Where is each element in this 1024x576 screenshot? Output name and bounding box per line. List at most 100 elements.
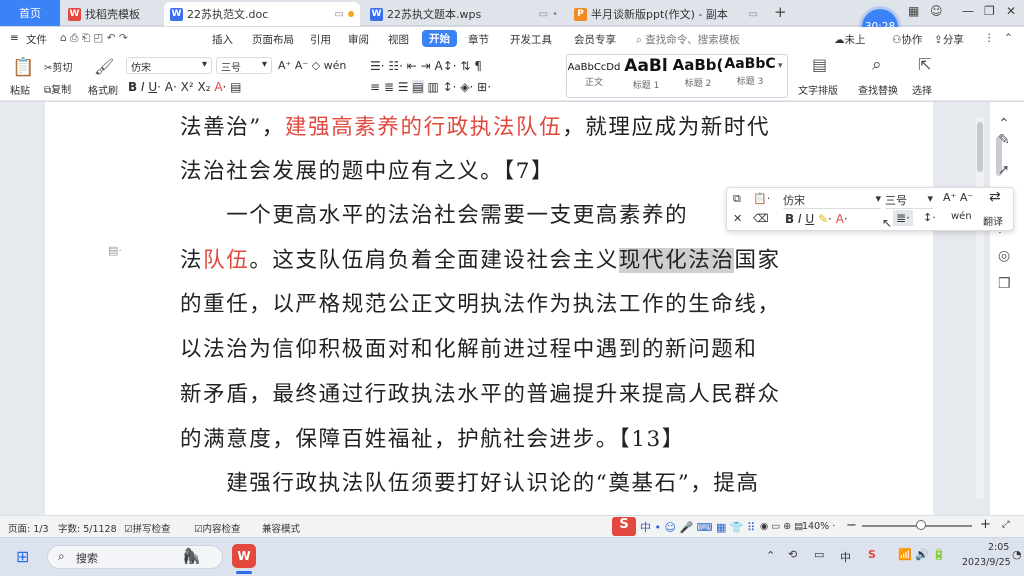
hamburger-icon[interactable]: ≡ bbox=[10, 32, 19, 44]
font-size-select[interactable]: 三号 ▾ bbox=[216, 57, 272, 74]
align-icon[interactable]: ≣· bbox=[893, 210, 913, 226]
font-format-icons[interactable]: B I U· A· X² X₂ A· ▤ bbox=[128, 80, 242, 94]
tray-app-icon[interactable]: ⟲ bbox=[788, 548, 797, 561]
minimize-icon[interactable]: — bbox=[962, 4, 974, 18]
fullscreen-icon[interactable]: ⤢ bbox=[1002, 519, 1010, 530]
pointer-icon[interactable]: ➚ bbox=[998, 162, 1010, 178]
word-count[interactable]: 字数: 5/1128 bbox=[58, 521, 117, 535]
menu-home[interactable]: 开始 bbox=[422, 30, 457, 47]
line-spacing-icon[interactable]: ↕· bbox=[923, 211, 936, 224]
float-font-select[interactable]: 仿宋 ▾ bbox=[783, 192, 881, 209]
menu-layout[interactable]: 页面布局 bbox=[252, 32, 294, 47]
select-button[interactable]: 选择 bbox=[912, 82, 932, 97]
sogou-ime-icon[interactable]: S bbox=[612, 517, 636, 536]
network-volume-battery-icons[interactable]: 📶 🔊 🔋 bbox=[898, 548, 946, 561]
menu-member[interactable]: 会员专享 bbox=[574, 32, 616, 47]
zoom-level[interactable]: 140% · bbox=[802, 521, 835, 532]
monitor-icon[interactable]: ▭ bbox=[335, 9, 344, 20]
menu-insert[interactable]: 插入 bbox=[212, 32, 233, 47]
list-icons[interactable]: ☰· ☷· ⇤ ⇥ A↕· ⇅ ¶ bbox=[370, 59, 482, 73]
page-count[interactable]: 页面: 1/3 bbox=[8, 521, 49, 535]
grid-icon[interactable]: ▦ bbox=[908, 4, 919, 18]
paragraph-marker-icon[interactable]: ▤· bbox=[108, 244, 122, 257]
translate-icon[interactable]: ⇄ bbox=[989, 189, 1001, 205]
eraser-icon[interactable]: ⌫ bbox=[753, 212, 769, 225]
format-painter-button[interactable]: 格式刷 bbox=[88, 82, 118, 97]
share-button[interactable]: ⇪分享 bbox=[934, 32, 964, 47]
font-grow-icon[interactable]: A⁺ A⁻ bbox=[943, 191, 973, 204]
vertical-scrollbar[interactable] bbox=[976, 118, 984, 498]
paste-button[interactable]: 粘贴 bbox=[10, 82, 30, 97]
cloud-sync[interactable]: ☁未上 bbox=[834, 32, 866, 47]
monitor-icon[interactable]: ▭ bbox=[539, 9, 548, 20]
menu-developer[interactable]: 开发工具 bbox=[510, 32, 552, 47]
close-dot-icon[interactable]: • bbox=[552, 9, 558, 20]
scrollbar-thumb[interactable] bbox=[977, 122, 983, 172]
style-heading1[interactable]: AaBl 标题 1 bbox=[618, 56, 674, 96]
edit-icon[interactable]: ✎ bbox=[998, 132, 1010, 148]
tab-ppt[interactable]: P 半月谈新版ppt(作文) - 副本 ▭ bbox=[568, 2, 764, 26]
notification-icon[interactable]: ◔ bbox=[1012, 548, 1022, 561]
more-icon[interactable]: ⋮ bbox=[984, 32, 995, 44]
tab-home[interactable]: 首页 bbox=[0, 0, 60, 26]
cut-button[interactable]: ✂剪切 bbox=[44, 59, 72, 74]
text-layout-icon[interactable]: ▤ bbox=[812, 55, 827, 74]
scroll-up-icon[interactable]: ⌃ bbox=[998, 116, 1010, 132]
tab-template[interactable]: W 找稻壳模板 bbox=[62, 2, 162, 26]
zoom-out-button[interactable]: − bbox=[846, 518, 857, 533]
collab-button[interactable]: ⚇协作 bbox=[892, 32, 922, 47]
sogou-tray-icon[interactable]: S bbox=[868, 548, 876, 561]
tray-expand-icon[interactable]: ⌃ bbox=[766, 549, 775, 562]
taskbar-search[interactable]: ⌕ 搜索 🦍 bbox=[47, 545, 223, 569]
menu-file[interactable]: 文件 bbox=[26, 32, 47, 47]
text-layout-button[interactable]: 文字排版 bbox=[798, 82, 838, 97]
tray-display-icon[interactable]: ▭ bbox=[814, 548, 824, 561]
view-mode-icons[interactable]: ◉ ▭ ⊕ ▤ bbox=[760, 521, 803, 532]
spell-check[interactable]: ☑拼写检查 bbox=[124, 521, 171, 535]
font-grow-shrink-icons[interactable]: A⁺ A⁻ ◇ wén bbox=[278, 59, 346, 72]
quick-access-icons[interactable]: ⌂ ⎙ ⎗ ◰ ↶ ↷ bbox=[60, 32, 128, 45]
new-tab-button[interactable]: + bbox=[774, 3, 787, 21]
collapse-ribbon-icon[interactable]: ⌃ bbox=[1004, 32, 1013, 44]
search-command[interactable]: ⌕ 查找命令、搜索模板 bbox=[636, 32, 740, 47]
brush-icon[interactable]: 🖌 bbox=[94, 57, 114, 76]
book-icon[interactable]: ❒ bbox=[998, 276, 1011, 292]
paste-icon[interactable]: 📋· bbox=[753, 192, 770, 205]
zoom-slider-knob[interactable] bbox=[916, 520, 926, 530]
clock-time[interactable]: 2:05 bbox=[988, 542, 1009, 553]
gallery-more-icon[interactable]: ▾ bbox=[778, 61, 783, 71]
float-format-icons[interactable]: B I U ✎· A· bbox=[785, 212, 848, 226]
style-heading2[interactable]: AaBb(标题 2 bbox=[670, 56, 726, 96]
float-size-select[interactable]: 三号 ▾ bbox=[885, 192, 933, 209]
align-icons[interactable]: ≡ ≣ ☰ ▤ ▥ ↕· ◈· ⊞· bbox=[370, 80, 491, 94]
ime-indicator[interactable]: 中 bbox=[840, 549, 851, 565]
copy-button[interactable]: ⧉复制 bbox=[44, 81, 71, 96]
restore-icon[interactable]: ❐ bbox=[984, 4, 995, 18]
clear-icon[interactable]: ✕ bbox=[733, 212, 742, 225]
translate-button[interactable]: 翻译 bbox=[983, 213, 1003, 228]
find-icon[interactable]: ⌕ bbox=[872, 55, 882, 75]
tab-doc-2[interactable]: W 22苏执文题本.wps ▭ • bbox=[364, 2, 564, 26]
font-name-select[interactable]: 仿宋 ▾ bbox=[126, 57, 212, 74]
copy-icon[interactable]: ⧉ bbox=[733, 192, 741, 206]
menu-reference[interactable]: 引用 bbox=[310, 32, 331, 47]
content-check[interactable]: ☑内容检查 bbox=[194, 521, 241, 535]
find-replace-button[interactable]: 查找替换 bbox=[858, 82, 898, 97]
style-heading3[interactable]: AaBbC 标题 3 bbox=[722, 56, 778, 96]
tab-doc-active[interactable]: W 22苏执范文.doc ▭ bbox=[164, 2, 360, 26]
phonetic-icon[interactable]: wén bbox=[951, 211, 972, 222]
close-icon[interactable]: ✕ bbox=[1006, 4, 1016, 18]
wps-taskbar-icon[interactable]: W bbox=[232, 544, 256, 568]
windows-start-icon[interactable]: ⊞ bbox=[16, 547, 29, 566]
monitor-icon[interactable]: ▭ bbox=[749, 9, 758, 20]
style-normal[interactable]: AaBbCcDd 正文 bbox=[566, 56, 622, 96]
zoom-in-button[interactable]: + bbox=[980, 517, 991, 532]
avatar-icon[interactable]: ☺ bbox=[930, 4, 943, 18]
cursor-icon[interactable]: ⇱ bbox=[918, 55, 931, 74]
menu-review[interactable]: 审阅 bbox=[348, 32, 369, 47]
menu-chapter[interactable]: 章节 bbox=[468, 32, 489, 47]
paste-icon[interactable]: 📋 bbox=[12, 57, 34, 78]
ime-toolbar-icons[interactable]: 中 • ☺ 🎤 ⌨ ▦ 👕 ⠿ bbox=[640, 519, 755, 535]
location-icon[interactable]: ◎ bbox=[998, 248, 1010, 264]
menu-view[interactable]: 视图 bbox=[388, 32, 409, 47]
